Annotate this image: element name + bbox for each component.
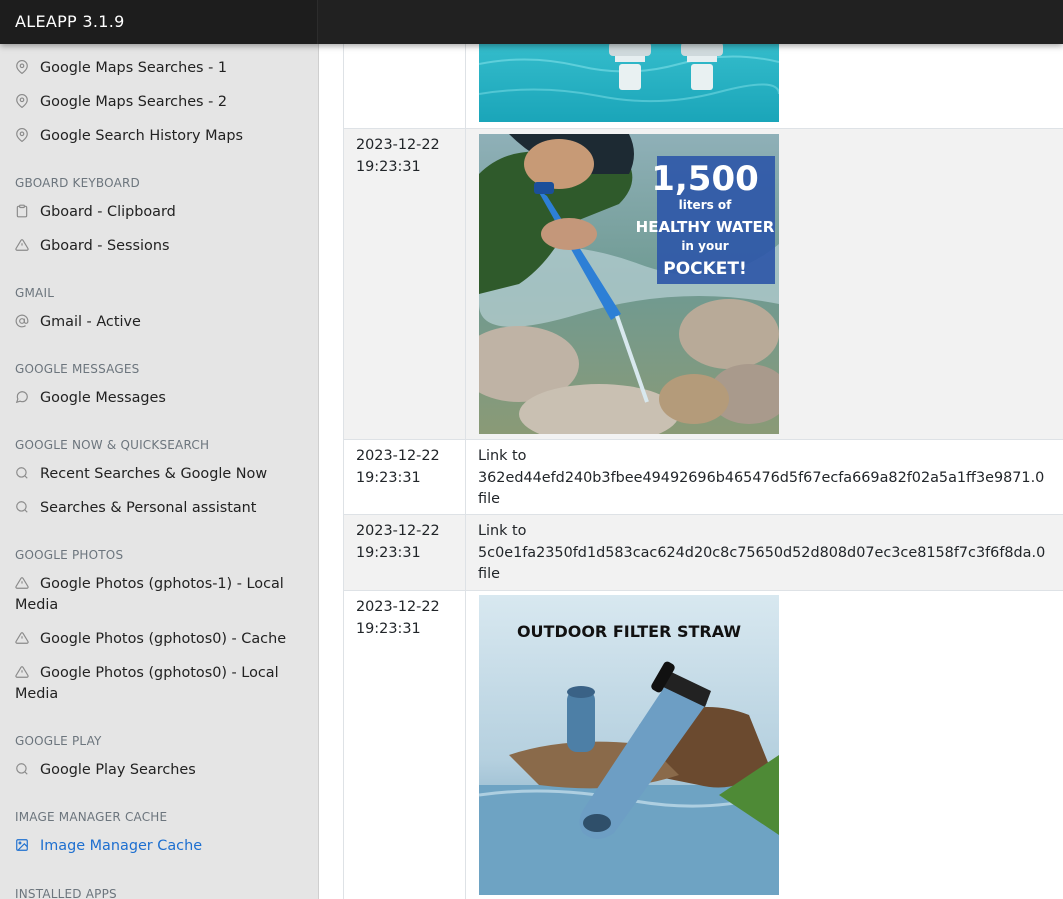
sidebar-item-searches-personal-assistant[interactable]: Searches & Personal assistant bbox=[15, 498, 310, 519]
map-pin-icon bbox=[15, 60, 29, 74]
search-icon bbox=[15, 762, 29, 776]
main-content[interactable]: 2023-12-22 19:23:31 1,500 liters of HEAL… bbox=[319, 44, 1063, 899]
alert-triangle-icon bbox=[15, 665, 29, 679]
value-cell: Link to 362ed44efd240b3fbee49492696b4654… bbox=[466, 440, 1063, 514]
section-heading-image-manager-cache: IMAGE MANAGER CACHE bbox=[15, 810, 168, 824]
map-pin-icon bbox=[15, 94, 29, 108]
top-navbar: ALEAPP 3.1.9 bbox=[0, 0, 1063, 44]
alert-triangle-icon bbox=[15, 238, 29, 252]
table-row: 2023-12-22 19:23:31 OUTDOOR FILTER STRAW bbox=[343, 590, 1063, 899]
section-heading-gboard: GBOARD KEYBOARD bbox=[15, 176, 140, 190]
search-icon bbox=[15, 466, 29, 480]
ad-text-liters-of: liters of bbox=[679, 198, 733, 212]
sidebar-item-label: Google Photos (gphotos0) - Local bbox=[40, 665, 279, 681]
sidebar-item-label: Searches & Personal assistant bbox=[40, 500, 257, 516]
sidebar-item-label: Gboard - Clipboard bbox=[40, 204, 176, 220]
sidebar-item-label: Gmail - Active bbox=[40, 314, 141, 330]
image-icon bbox=[15, 838, 29, 852]
ad-caption-outdoor-filter-straw: OUTDOOR FILTER STRAW bbox=[517, 622, 741, 641]
app-title[interactable]: ALEAPP 3.1.9 bbox=[0, 0, 318, 44]
sidebar-item-label: Google Photos (gphotos0) - Cache bbox=[40, 631, 287, 647]
sidebar-item-label: Google Maps Searches - 2 bbox=[40, 94, 228, 110]
date-cell bbox=[343, 44, 466, 128]
sidebar-item-recent-searches[interactable]: Recent Searches & Google Now bbox=[15, 464, 310, 485]
sidebar-item-gboard-clipboard[interactable]: Gboard - Clipboard bbox=[15, 202, 310, 223]
section-heading-installed-apps: INSTALLED APPS bbox=[15, 887, 117, 899]
sidebar-item-google-maps-searches-2[interactable]: Google Maps Searches - 2 bbox=[15, 92, 310, 113]
sidebar-item-google-photos-gphotos-1-local-media[interactable]: Google Photos (gphotos-1) - Local Media bbox=[15, 574, 310, 616]
file-hash-link[interactable]: 362ed44efd240b3fbee49492696b465476d5f67e… bbox=[478, 468, 1051, 490]
ad-text-1500: 1,500 bbox=[651, 159, 759, 199]
value-cell: Link to 5c0e1fa2350fd1d583cac624d20c8c75… bbox=[466, 515, 1063, 590]
sidebar-item-google-messages[interactable]: Google Messages bbox=[15, 388, 310, 409]
sidebar-item-label: Recent Searches & Google Now bbox=[40, 466, 268, 482]
table-row: 2023-12-22 19:23:31 1,500 liters of HEAL… bbox=[343, 128, 1063, 439]
sidebar-item-image-manager-cache[interactable]: Image Manager Cache bbox=[15, 836, 310, 857]
sidebar[interactable]: Google Maps Searches - 1 Google Maps Sea… bbox=[0, 44, 319, 899]
section-heading-google-now: GOOGLE NOW & QUICKSEARCH bbox=[15, 438, 210, 452]
sidebar-item-label: Google Play Searches bbox=[40, 762, 196, 778]
person-drinking-straw-image[interactable]: 1,500 liters of HEALTHY WATER in your PO… bbox=[479, 134, 779, 434]
sidebar-item-label-line2: Media bbox=[15, 597, 59, 613]
sidebar-item-label: Google Search History Maps bbox=[40, 128, 243, 144]
sidebar-item-label: Gboard - Sessions bbox=[40, 238, 170, 254]
link-suffix: file bbox=[478, 491, 500, 507]
section-heading-google-photos: GOOGLE PHOTOS bbox=[15, 548, 124, 562]
sidebar-item-gmail-active[interactable]: Gmail - Active bbox=[15, 312, 310, 333]
date-text: 2023-12-22 bbox=[356, 523, 440, 539]
date-cell: 2023-12-22 19:23:31 bbox=[343, 515, 466, 590]
time-text: 19:23:31 bbox=[356, 469, 421, 486]
file-hash-link[interactable]: 5c0e1fa2350fd1d583cac624d20c8c75650d52d8… bbox=[478, 543, 1051, 565]
date-text: 2023-12-22 bbox=[356, 137, 440, 153]
map-pin-icon bbox=[15, 128, 29, 142]
sidebar-item-gboard-sessions[interactable]: Gboard - Sessions bbox=[15, 236, 310, 257]
time-text: 19:23:31 bbox=[356, 158, 421, 175]
link-prefix: Link to bbox=[478, 448, 527, 464]
sidebar-item-label: Google Maps Searches - 1 bbox=[40, 60, 228, 76]
search-icon bbox=[15, 500, 29, 514]
sidebar-item-google-maps-searches-1[interactable]: Google Maps Searches - 1 bbox=[15, 58, 310, 79]
sidebar-item-label: Image Manager Cache bbox=[40, 838, 203, 854]
date-text: 2023-12-22 bbox=[356, 599, 440, 615]
sidebar-item-google-search-history-maps[interactable]: Google Search History Maps bbox=[15, 126, 310, 147]
section-heading-gmail: GMAIL bbox=[15, 286, 55, 300]
sidebar-item-google-play-searches[interactable]: Google Play Searches bbox=[15, 760, 310, 781]
sidebar-item-google-photos-gphotos0-local-media[interactable]: Google Photos (gphotos0) - Local Media bbox=[15, 663, 310, 705]
date-text: 2023-12-22 bbox=[356, 448, 440, 464]
alert-triangle-icon bbox=[15, 576, 29, 590]
sidebar-item-google-photos-gphotos0-cache[interactable]: Google Photos (gphotos0) - Cache bbox=[15, 629, 310, 650]
section-heading-google-messages: GOOGLE MESSAGES bbox=[15, 362, 140, 376]
clipboard-icon bbox=[15, 204, 29, 218]
table-row: 2023-12-22 19:23:31 Link to 5c0e1fa2350f… bbox=[343, 514, 1063, 590]
outdoor-filter-straw-image[interactable]: OUTDOOR FILTER STRAW bbox=[479, 595, 779, 895]
sidebar-item-label: Google Messages bbox=[40, 390, 166, 406]
at-sign-icon bbox=[15, 314, 29, 328]
water-filter-bottles-image[interactable] bbox=[479, 44, 779, 122]
sidebar-item-label: Google Photos (gphotos-1) - Local bbox=[40, 576, 284, 592]
alert-triangle-icon bbox=[15, 631, 29, 645]
table-row bbox=[343, 44, 1063, 128]
table-row: 2023-12-22 19:23:31 Link to 362ed44efd24… bbox=[343, 439, 1063, 514]
date-cell: 2023-12-22 19:23:31 bbox=[343, 129, 466, 439]
date-cell: 2023-12-22 19:23:31 bbox=[343, 440, 466, 514]
section-heading-google-play: GOOGLE PLAY bbox=[15, 734, 102, 748]
ad-text-in-your: in your bbox=[681, 239, 728, 253]
link-suffix: file bbox=[478, 566, 500, 582]
ad-text-healthy-water: HEALTHY WATER bbox=[636, 218, 775, 236]
time-text: 19:23:31 bbox=[356, 620, 421, 637]
date-cell: 2023-12-22 19:23:31 bbox=[343, 591, 466, 899]
time-text: 19:23:31 bbox=[356, 544, 421, 561]
sidebar-item-label-line2: Media bbox=[15, 686, 59, 702]
message-circle-icon bbox=[15, 390, 29, 404]
link-prefix: Link to bbox=[478, 523, 527, 539]
ad-text-pocket: POCKET! bbox=[663, 259, 747, 279]
